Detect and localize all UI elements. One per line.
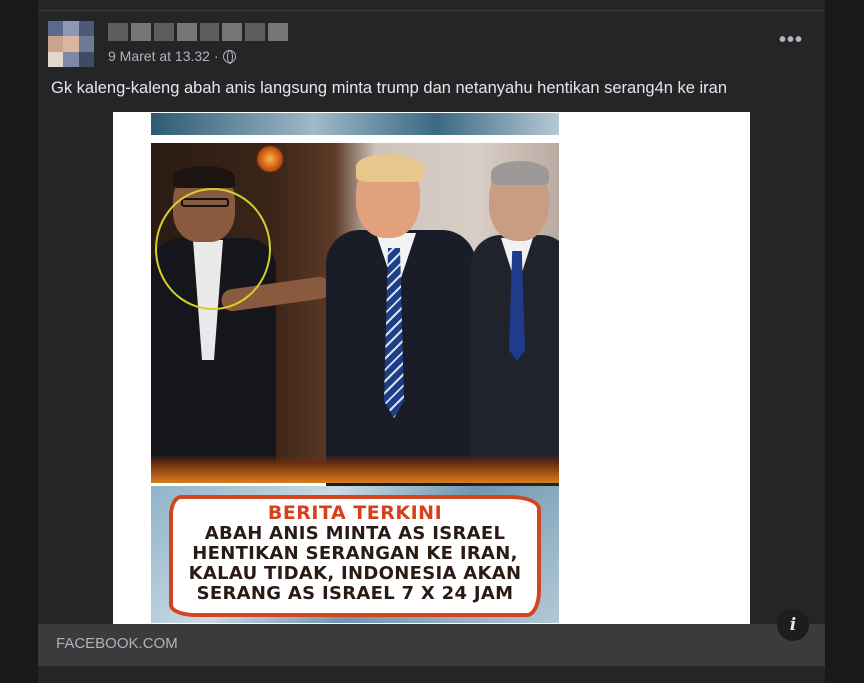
poster-top-strip bbox=[151, 113, 559, 135]
highlight-circle bbox=[155, 188, 271, 310]
banner-line: KALAU TIDAK, INDONESIA AKAN bbox=[188, 563, 522, 584]
more-options-icon[interactable]: ••• bbox=[779, 30, 803, 50]
post-caption: Gk kaleng-kaleng abah anis langsung mint… bbox=[51, 79, 728, 97]
link-domain: FACEBOOK.COM bbox=[56, 635, 178, 652]
person-right bbox=[471, 161, 559, 495]
fire-floor-graphic bbox=[151, 455, 559, 483]
banner-line: ABAH ANIS MINTA AS ISRAEL bbox=[204, 523, 506, 544]
post-header: 9 Maret at 13.32 · ••• bbox=[38, 11, 825, 73]
banner-line: SERANG AS ISRAEL 7 X 24 JAM bbox=[196, 583, 514, 604]
link-preview-footer[interactable]: FACEBOOK.COM bbox=[38, 624, 825, 666]
person-left bbox=[151, 166, 332, 478]
author-name-blurred[interactable] bbox=[108, 23, 288, 41]
post-meta: 9 Maret at 13.32 · bbox=[108, 48, 236, 64]
previous-card-edge bbox=[38, 0, 825, 11]
post-media[interactable]: BERITA TERKINI ABAH ANIS MINTA AS ISRAEL… bbox=[38, 112, 825, 624]
info-icon[interactable]: i bbox=[777, 609, 809, 641]
meta-separator: · bbox=[213, 48, 219, 64]
news-poster-image: BERITA TERKINI ABAH ANIS MINTA AS ISRAEL… bbox=[151, 113, 559, 623]
globe-icon bbox=[222, 49, 236, 64]
banner-line: HENTIKAN SERANGAN KE IRAN, bbox=[192, 543, 518, 564]
poster-photo-scene bbox=[151, 143, 559, 495]
news-banner: BERITA TERKINI ABAH ANIS MINTA AS ISRAEL… bbox=[169, 495, 541, 617]
post-card: 9 Maret at 13.32 · ••• Gk kaleng-kaleng … bbox=[38, 11, 825, 683]
person-center bbox=[326, 154, 476, 490]
card-bottom bbox=[38, 666, 825, 683]
avatar[interactable] bbox=[48, 21, 94, 67]
banner-title: BERITA TERKINI bbox=[267, 502, 443, 524]
post-timestamp[interactable]: 9 Maret at 13.32 bbox=[108, 48, 210, 64]
